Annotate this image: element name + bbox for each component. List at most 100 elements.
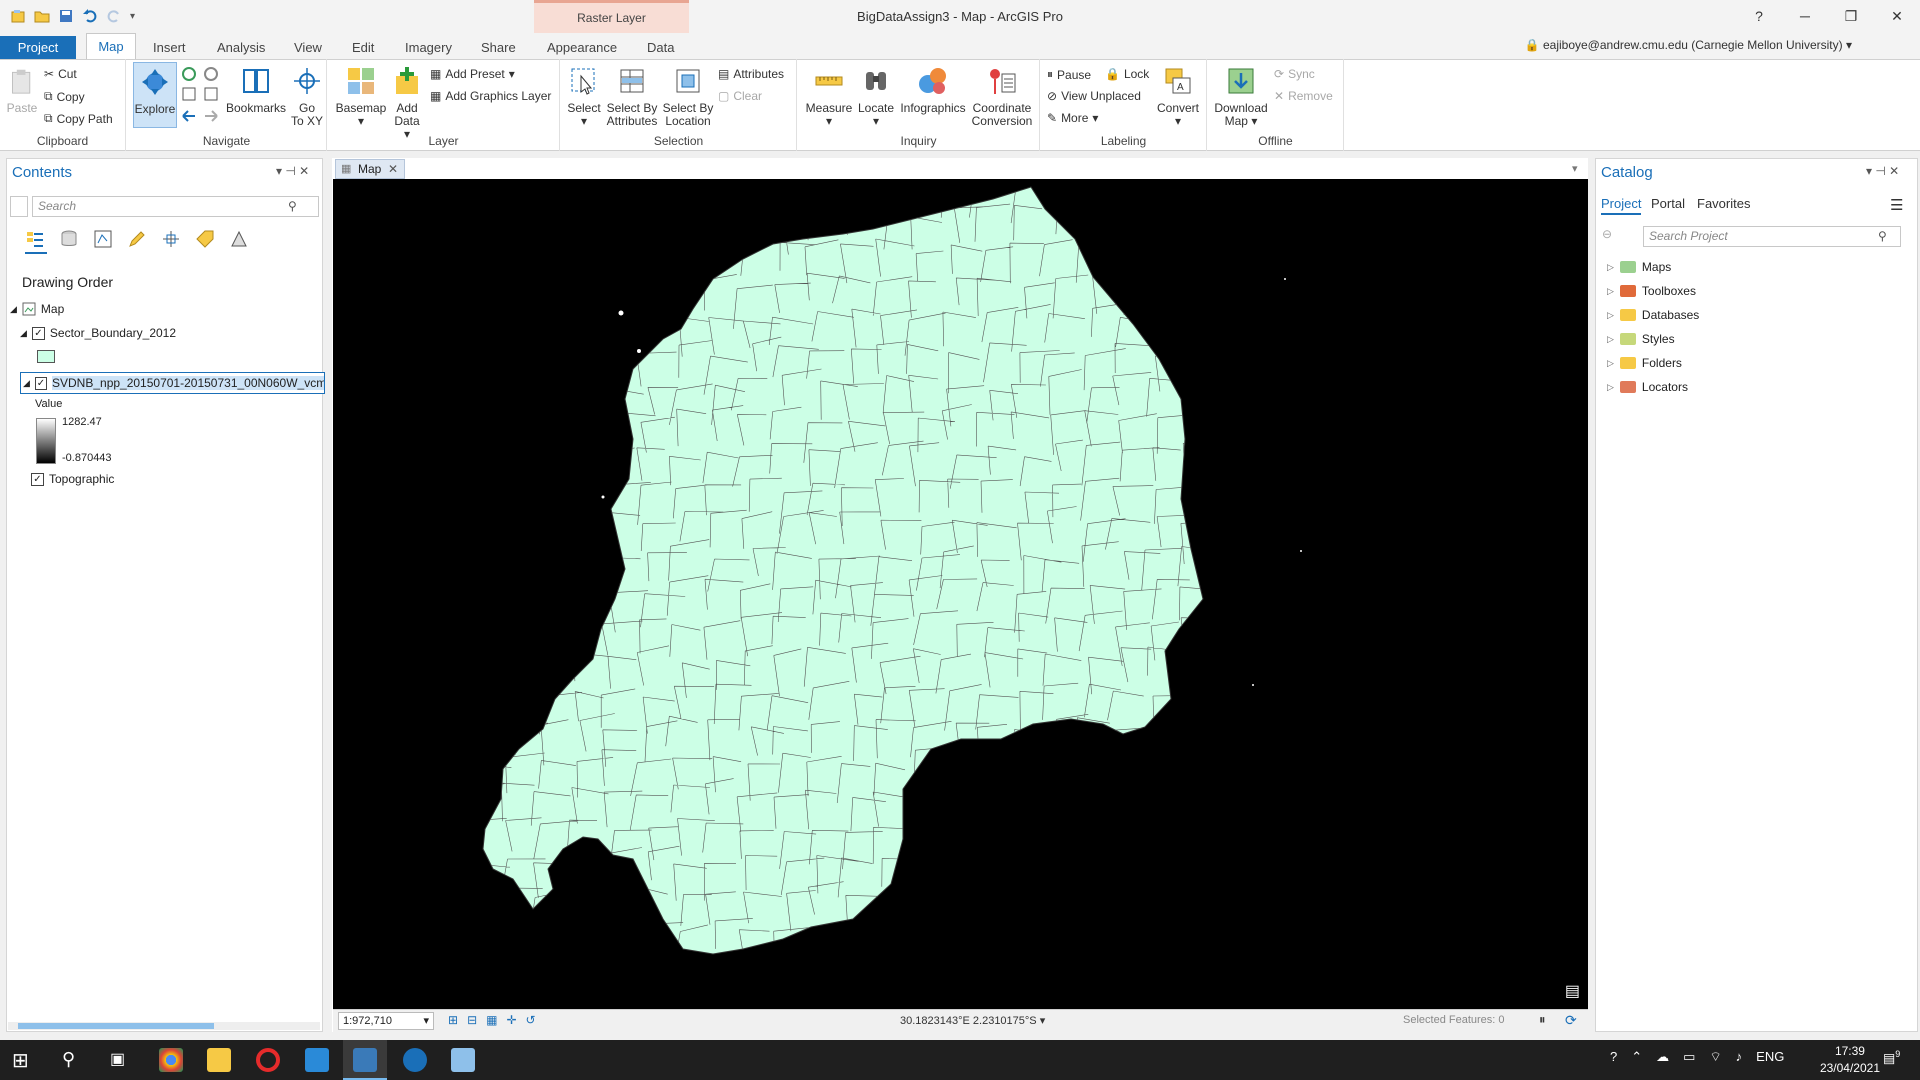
redo-icon[interactable] — [106, 8, 122, 24]
scrollbar-thumb[interactable] — [18, 1023, 214, 1029]
save-icon[interactable] — [58, 8, 74, 24]
help-tray-icon[interactable]: ? — [1610, 1049, 1617, 1065]
open-project-icon[interactable] — [34, 8, 50, 24]
list-by-drawing-order-icon[interactable] — [25, 229, 45, 249]
tab-edit[interactable]: Edit — [346, 37, 380, 59]
tree-item-topographic[interactable]: ✓ Topographic — [31, 472, 114, 486]
new-project-icon[interactable] — [10, 8, 26, 24]
copy-button[interactable]: ⧉ Copy — [44, 89, 85, 104]
more-labeling-button[interactable]: ✎ More ▾ — [1047, 111, 1098, 125]
list-by-snapping-icon[interactable] — [161, 229, 181, 249]
list-by-editing-icon[interactable] — [127, 229, 147, 249]
map-canvas[interactable]: ▤ — [333, 179, 1588, 1009]
file-explorer-icon[interactable] — [207, 1048, 231, 1072]
convert-button[interactable]: A Convert ▾ — [1154, 66, 1202, 128]
search-icon[interactable]: ⚲ — [62, 1049, 75, 1070]
taskbar-clock[interactable]: 17:39 23/04/2021 — [1820, 1043, 1880, 1077]
coordinate-conversion-button[interactable]: Coordinate Conversion — [970, 66, 1034, 128]
collapse-icon[interactable]: ◢ — [23, 378, 30, 389]
map-tab-menu-icon[interactable]: ▾ — [1572, 162, 1578, 175]
catalog-tab-project[interactable]: Project — [1601, 196, 1642, 215]
fixed-zoom-in-icon[interactable]: ⊞ — [448, 1013, 458, 1027]
tab-appearance[interactable]: Appearance — [541, 37, 623, 59]
layer-visibility-checkbox[interactable]: ✓ — [34, 376, 47, 390]
close-tab-icon[interactable]: ✕ — [388, 160, 398, 178]
map-notification-icon[interactable]: ▤ — [1565, 981, 1580, 1001]
catalog-item-locators[interactable]: ▷ Locators — [1607, 380, 1688, 394]
catalog-item-folders[interactable]: ▷ Folders — [1607, 356, 1682, 370]
coordinate-readout[interactable]: 30.1823143°E 2.2310175°S ▾ — [900, 1014, 1045, 1027]
paste-button[interactable]: Paste — [6, 66, 38, 115]
edge-icon[interactable] — [403, 1048, 427, 1072]
copy-path-button[interactable]: ⧉ Copy Path — [44, 111, 113, 126]
task-view-icon[interactable]: ▣ — [110, 1049, 125, 1069]
expand-icon[interactable]: ▷ — [1607, 382, 1614, 393]
sync-button[interactable]: ⟳ Sync — [1274, 67, 1315, 81]
account-info[interactable]: 🔒 eajiboye@andrew.cmu.edu (Carnegie Mell… — [1525, 38, 1852, 52]
catalog-search-icon[interactable]: ⚲ — [1878, 229, 1887, 243]
catalog-item-toolboxes[interactable]: ▷ Toolboxes — [1607, 284, 1696, 298]
catalog-pane-controls[interactable]: ▾ ⊣ ✕ — [1866, 164, 1899, 178]
rotation-icon[interactable]: ↺ — [526, 1013, 536, 1027]
select-button[interactable]: Select ▾ — [566, 66, 602, 128]
select-by-attributes-button[interactable]: Select By Attributes — [604, 66, 660, 128]
add-data-button[interactable]: Add Data ▾ — [390, 66, 424, 141]
download-map-button[interactable]: Download Map ▾ — [1212, 66, 1270, 128]
remove-button[interactable]: ✕ Remove — [1274, 89, 1333, 103]
tab-project[interactable]: Project — [0, 36, 76, 60]
contents-hscrollbar[interactable] — [8, 1022, 320, 1030]
catalog-item-styles[interactable]: ▷ Styles — [1607, 332, 1675, 346]
search-icon[interactable]: ⚲ — [288, 199, 297, 213]
layer-visibility-checkbox[interactable]: ✓ — [31, 326, 45, 340]
tree-item-sector-boundary[interactable]: ◢ ✓ Sector_Boundary_2012 — [20, 326, 176, 340]
layer-visibility-checkbox[interactable]: ✓ — [31, 472, 44, 486]
selected-features-count[interactable]: Selected Features: 0 — [1403, 1014, 1505, 1026]
network-icon[interactable]: ☁ — [1656, 1049, 1669, 1065]
battery-icon[interactable]: ▭ — [1683, 1049, 1695, 1065]
grid-icon[interactable]: ▦ — [486, 1013, 497, 1027]
collapse-icon[interactable]: ◢ — [10, 304, 17, 315]
cut-button[interactable]: ✂ Cut — [44, 67, 77, 81]
notifications-icon[interactable]: ▤9 — [1883, 1049, 1900, 1066]
list-by-perspective-icon[interactable] — [229, 229, 249, 249]
restore-button[interactable]: ❐ — [1828, 0, 1874, 33]
collapse-icon[interactable]: ◢ — [20, 328, 27, 339]
hamburger-menu-icon[interactable]: ☰ — [1890, 196, 1903, 214]
sector-symbol-swatch[interactable] — [37, 350, 55, 363]
zoom-tools-icon[interactable] — [181, 66, 221, 128]
pause-labels-button[interactable]: ⏸ Pause — [1047, 67, 1091, 82]
chevron-up-icon[interactable]: ⌃ — [1631, 1049, 1642, 1065]
catalog-tab-portal[interactable]: Portal — [1651, 196, 1685, 211]
select-by-location-button[interactable]: Select By Location — [662, 66, 714, 128]
expand-icon[interactable]: ▷ — [1607, 334, 1614, 345]
expand-icon[interactable]: ▷ — [1607, 358, 1614, 369]
app-icon[interactable] — [451, 1048, 475, 1072]
catalog-item-maps[interactable]: ▷ Maps — [1607, 260, 1671, 274]
view-unplaced-button[interactable]: ⊘ View Unplaced — [1047, 89, 1141, 103]
tab-imagery[interactable]: Imagery — [399, 37, 458, 59]
catalog-item-databases[interactable]: ▷ Databases — [1607, 308, 1699, 322]
explore-button[interactable]: Explore — [133, 62, 177, 128]
go-to-xy-button[interactable]: Go To XY — [290, 66, 324, 128]
tab-map[interactable]: Map — [86, 33, 136, 60]
filter-icon[interactable] — [10, 196, 28, 217]
fixed-zoom-out-icon[interactable]: ⊟ — [467, 1013, 477, 1027]
windows-start-icon[interactable]: ⊞ — [12, 1048, 29, 1073]
refresh-icon[interactable]: ⟳ — [1565, 1012, 1577, 1029]
add-preset-button[interactable]: ▦ Add Preset ▾ — [430, 67, 515, 81]
expand-icon[interactable]: ▷ — [1607, 286, 1614, 297]
clear-button[interactable]: ▢ Clear — [718, 89, 762, 103]
list-by-selection-icon[interactable] — [93, 229, 113, 249]
tab-data[interactable]: Data — [641, 37, 680, 59]
bookmarks-button[interactable]: Bookmarks — [226, 66, 286, 115]
value-gradient-swatch[interactable] — [36, 418, 56, 464]
measure-button[interactable]: Measure ▾ — [804, 66, 854, 128]
locate-button[interactable]: Locate ▾ — [856, 66, 896, 128]
language-indicator[interactable]: ENG — [1756, 1049, 1784, 1065]
catalog-tab-favorites[interactable]: Favorites — [1697, 196, 1750, 211]
rwanda-sector-map[interactable] — [333, 179, 1588, 1009]
list-by-source-icon[interactable] — [59, 229, 79, 249]
minimize-button[interactable]: ─ — [1782, 0, 1828, 33]
list-by-labeling-icon[interactable] — [195, 229, 215, 249]
volume-icon[interactable]: ♪ — [1736, 1049, 1743, 1065]
